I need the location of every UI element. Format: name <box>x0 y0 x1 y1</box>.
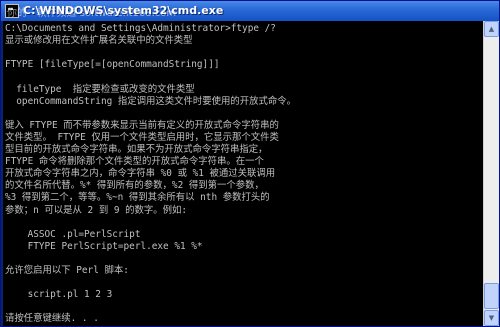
console-line: FTYPE 命令将删除那个文件类型的开放式命令字符串。在一个 <box>5 156 264 168</box>
console-line: FTYPE PerlScript=perl.exe %1 %* <box>5 240 203 252</box>
console-line: 开放式命令字符串之内，命令字符串 %0 或 %1 被通过关联调用 <box>5 168 276 180</box>
console-line: ASSOC .pl=PerlScript <box>5 228 141 240</box>
watermark: 你的 · 软件频道 software.it168.com <box>7 8 177 19</box>
console-line: FTYPE [fileType[=[openCommandString]]] <box>5 59 220 71</box>
title-bar[interactable]: C:\WINDOWS\system32\cmd.exe 你的 · 软件频道 so… <box>1 1 499 21</box>
console-line: fileType 指定要检查或改变的文件类型 <box>5 83 195 95</box>
console-output[interactable]: C:\Documents and Settings\Administrator>… <box>3 21 483 326</box>
console-line: 显示或修改用在文件扩展名关联中的文件类型 <box>5 35 193 47</box>
console-line: script.pl 1 2 3 <box>5 289 113 301</box>
console-line: %3 得到第二个，等等。%~n 得到其余所有以 nth 参数打头的 <box>5 192 270 204</box>
console-line: 键入 FTYPE 而不带参数来显示当前有定义的开放式命令字符串的 <box>5 119 279 131</box>
console-line: 文件类型。 FTYPE 仅用一个文件类型启用时，它显示那个文件类 <box>5 131 279 143</box>
console-line: 参数；n 可以是从 2 到 9 的数字。例如: <box>5 204 188 216</box>
console-line: C:\Documents and Settings\Administrator>… <box>5 23 276 34</box>
console-line: 请按任意键继续. . . <box>5 313 99 325</box>
scrollbar-thumb[interactable] <box>484 283 499 309</box>
console-line: 型目前的开放式命令字符串。如果不为开放式命令字符串指定， <box>5 144 268 155</box>
cmd-window: C:\WINDOWS\system32\cmd.exe 你的 · 软件频道 so… <box>0 0 500 327</box>
vertical-scrollbar[interactable]: ▲ ▼ <box>483 21 499 326</box>
console-line: 的文件名所代替。%* 得到所有的参数，%2 得到第一个参数， <box>5 180 264 192</box>
arrow-up-icon[interactable]: ▲ <box>484 21 499 37</box>
console-line: 允许您启用以下 Perl 脚本: <box>5 265 129 276</box>
console-line: openCommandString 指定调用这类文件时要使用的开放式命令。 <box>5 95 297 107</box>
arrow-down-icon[interactable]: ▼ <box>484 310 499 326</box>
